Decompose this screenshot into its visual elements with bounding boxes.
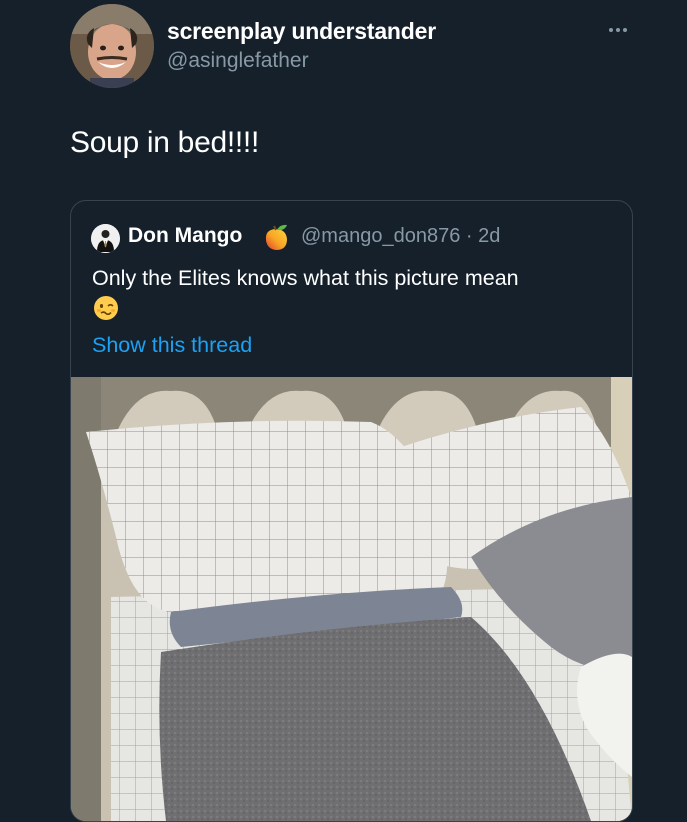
more-horizontal-icon-dot: [616, 28, 620, 32]
author-avatar[interactable]: [70, 4, 154, 88]
woozy-face-emoji-icon: [93, 295, 119, 321]
quoted-tweet-card[interactable]: Don Mango @mango_don876 · 2d Only the El…: [70, 200, 633, 822]
author-handle[interactable]: @asinglefather: [167, 49, 309, 73]
more-horizontal-icon: [609, 28, 613, 32]
quoted-author-avatar: [91, 224, 120, 253]
tweet-text: Soup in bed!!!!: [70, 126, 259, 159]
mango-emoji-icon: [260, 222, 292, 254]
author-name[interactable]: screenplay understander: [167, 18, 436, 45]
quoted-author-name: Don Mango: [128, 224, 243, 247]
more-horizontal-icon-dot: [623, 28, 627, 32]
quoted-tweet-photo[interactable]: [71, 377, 632, 821]
quoted-tweet-text: Only the Elites knows what this picture …: [92, 266, 519, 290]
tweet: screenplay understander @asinglefather S…: [0, 0, 687, 822]
quoted-author-handle-time: @mango_don876 · 2d: [301, 225, 501, 247]
more-options-button[interactable]: [604, 20, 632, 40]
show-thread-link[interactable]: Show this thread: [92, 333, 252, 358]
